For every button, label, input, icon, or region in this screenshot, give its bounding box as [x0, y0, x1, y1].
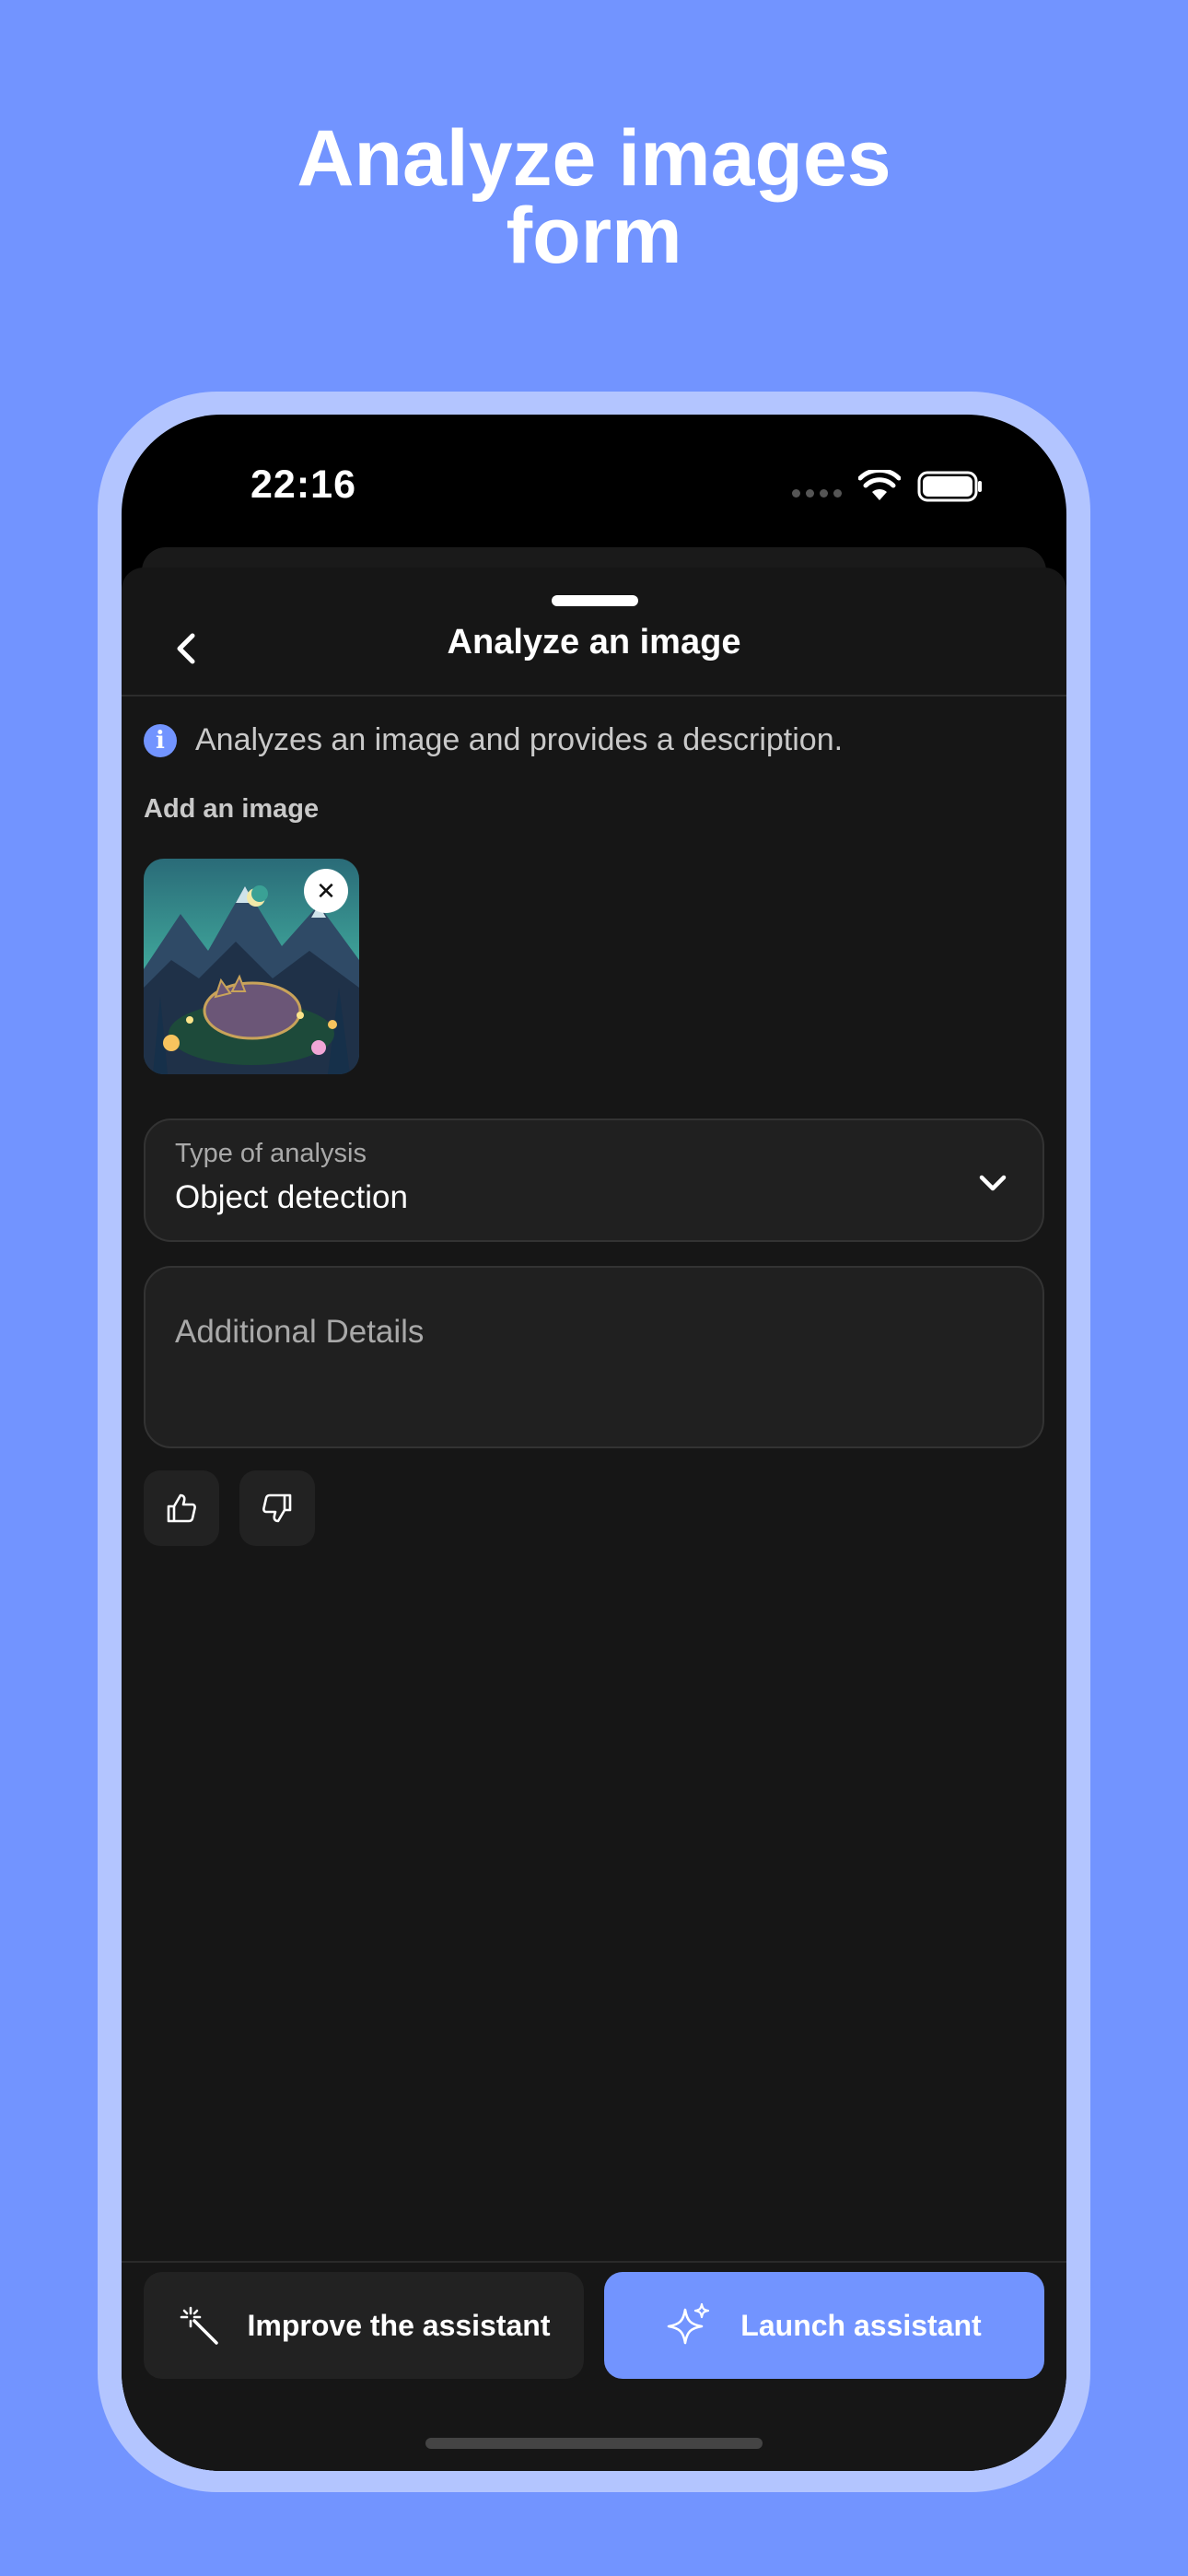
sparkles-icon	[667, 2302, 710, 2345]
magic-wand-icon	[180, 2306, 218, 2345]
remove-image-button[interactable]: ✕	[304, 869, 348, 913]
info-row: i Analyzes an image and provides a descr…	[144, 722, 843, 758]
sheet-title: Analyze an image	[447, 623, 741, 662]
analyze-sheet: Analyze an image i Analyzes an image and…	[122, 568, 1066, 2471]
info-text: Analyzes an image and provides a descrip…	[195, 722, 844, 757]
home-indicator	[425, 2438, 763, 2449]
launch-assistant-label: Launch assistant	[740, 2308, 982, 2342]
analysis-type-select[interactable]: Type of analysis Object detection	[144, 1118, 1044, 1242]
header-divider	[122, 695, 1066, 697]
analysis-type-value: Object detection	[175, 1179, 408, 1215]
thumbs-up-button[interactable]	[144, 1470, 219, 1546]
thumbs-down-icon	[262, 1493, 292, 1523]
sheet-grabber[interactable]	[552, 595, 638, 606]
promo-headline-line-2: form	[506, 192, 682, 280]
launch-assistant-button[interactable]: Launch assistant	[604, 2272, 1044, 2379]
add-image-label: Add an image	[144, 794, 320, 824]
improve-assistant-button[interactable]: Improve the assistant	[144, 2272, 584, 2379]
info-icon: i	[144, 723, 177, 757]
improve-assistant-label: Improve the assistant	[247, 2308, 551, 2342]
close-icon: ✕	[316, 876, 336, 905]
analysis-type-label: Type of analysis	[175, 1139, 367, 1168]
wifi-icon	[858, 470, 901, 500]
additional-details-field[interactable]	[144, 1266, 1044, 1448]
thumbs-down-button[interactable]	[239, 1470, 315, 1546]
status-icons	[792, 470, 984, 503]
promo-headline-line-1: Analyze images	[297, 114, 891, 203]
additional-details-input[interactable]	[175, 1305, 1004, 1360]
status-time: 22:16	[250, 463, 356, 507]
promo-headline: Analyze images form	[0, 114, 1188, 280]
thumbs-up-icon	[167, 1493, 196, 1523]
chevron-down-icon	[979, 1175, 1007, 1191]
battery-icon	[917, 471, 982, 502]
phone-screen: 22:16 Analyze an image i Analyzes an ima…	[122, 415, 1066, 2471]
signal-dots-icon	[792, 488, 842, 498]
